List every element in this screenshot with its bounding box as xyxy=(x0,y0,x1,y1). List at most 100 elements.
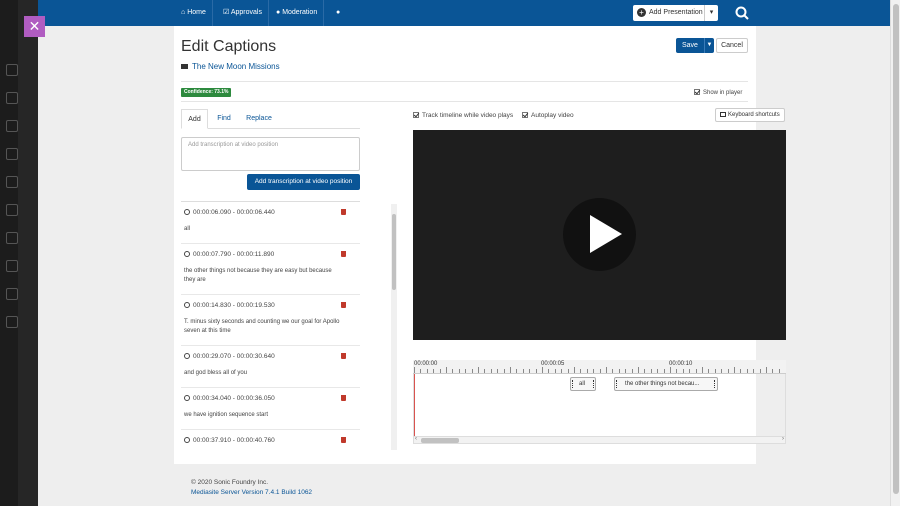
trash-icon[interactable] xyxy=(341,251,346,257)
timeline-tick xyxy=(702,367,703,373)
trash-icon[interactable] xyxy=(341,437,346,443)
timeline-tick xyxy=(465,369,467,373)
checkbox-icon xyxy=(694,89,700,95)
list-item[interactable]: 00:00:29.070 - 00:00:30.640 and god bles… xyxy=(181,346,360,388)
timeline-tick xyxy=(574,367,575,373)
background-icon xyxy=(6,204,18,216)
chevron-right-icon[interactable]: › xyxy=(782,436,784,442)
tab-find[interactable]: Find xyxy=(212,109,236,129)
search-icon[interactable] xyxy=(734,5,750,21)
add-transcription-button[interactable]: Add transcription at video position xyxy=(247,174,360,190)
timeline-tick xyxy=(625,369,627,373)
page-scrollbar[interactable] xyxy=(890,0,900,506)
timeline-scrollbar[interactable]: ‹ › xyxy=(413,436,786,444)
clock-icon xyxy=(184,353,190,359)
timeline-tick xyxy=(740,369,742,373)
timeline-tick xyxy=(606,367,607,373)
add-presentation-button[interactable]: + Add Presentation ▾ xyxy=(633,5,718,21)
timeline-tick xyxy=(663,369,665,373)
trash-icon[interactable] xyxy=(341,302,346,308)
timeline-tick xyxy=(586,369,588,373)
background-icon xyxy=(6,260,18,272)
video-camera-icon xyxy=(181,64,188,70)
timeline-tick xyxy=(535,369,537,373)
chevron-down-icon[interactable]: ▾ xyxy=(704,5,718,21)
page-title: Edit Captions xyxy=(181,38,277,55)
caption-time: 00:00:37.910 - 00:00:40.760 xyxy=(193,437,275,444)
timeline-tick xyxy=(753,369,755,373)
trash-icon[interactable] xyxy=(341,395,346,401)
timeline-tick xyxy=(516,369,518,373)
version-link[interactable]: Mediasite Server Version 7.4.1 Build 106… xyxy=(191,488,312,498)
timeline-segment[interactable]: all xyxy=(570,377,596,391)
timeline-tick xyxy=(759,369,761,373)
close-icon[interactable]: ✕ xyxy=(24,16,45,37)
timeline-tick-label: 00:00:00 xyxy=(414,361,438,367)
tab-add[interactable]: Add xyxy=(181,109,208,129)
scrollbar-thumb[interactable] xyxy=(893,4,899,494)
divider xyxy=(181,81,748,82)
caption-text[interactable]: the other things not because they are ea… xyxy=(184,267,357,285)
presentation-link[interactable]: The New Moon Missions xyxy=(181,62,280,71)
transcription-input[interactable]: Add transcription at video position xyxy=(181,137,360,171)
timeline-tick xyxy=(682,369,684,373)
checkbox-icon xyxy=(522,112,528,118)
timeline-tick-label: 00:00:10 xyxy=(669,361,693,367)
tab-replace[interactable]: Replace xyxy=(242,109,276,129)
keyboard-shortcuts-button[interactable]: Keyboard shortcuts xyxy=(715,108,785,122)
caption-text[interactable]: and god bless all of you xyxy=(184,369,357,378)
background-panel xyxy=(18,0,38,506)
user-icon[interactable]: ● xyxy=(330,0,346,26)
cancel-button[interactable]: Cancel xyxy=(716,38,748,53)
timeline-track[interactable]: all the other things not becau... xyxy=(413,374,786,436)
timeline-tick xyxy=(458,369,460,373)
chevron-left-icon[interactable]: ‹ xyxy=(415,436,417,442)
autoplay-checkbox[interactable]: Autoplay video xyxy=(522,112,574,119)
background-icon xyxy=(6,120,18,132)
caption-text[interactable]: we have ignition sequence start xyxy=(184,411,357,420)
show-in-player-checkbox[interactable]: Show in player xyxy=(694,89,742,96)
caption-list-scrollbar[interactable] xyxy=(391,204,397,450)
track-timeline-checkbox[interactable]: Track timeline while video plays xyxy=(413,112,513,119)
list-item[interactable]: 00:00:07.790 - 00:00:11.890 the other th… xyxy=(181,244,360,295)
nav-home[interactable]: ⌂ Home xyxy=(175,0,213,26)
chevron-down-icon[interactable]: ▼ xyxy=(704,38,714,53)
caption-list: 00:00:06.090 - 00:00:06.440 all 00:00:07… xyxy=(181,201,360,451)
drag-handle[interactable] xyxy=(572,380,574,388)
caption-timeline[interactable]: 00:00:00 00:00:05 00:00:10 all the other… xyxy=(413,360,786,470)
caption-time: 00:00:06.090 - 00:00:06.440 xyxy=(193,209,275,216)
timeline-tick xyxy=(695,369,697,373)
drag-handle[interactable] xyxy=(714,380,716,388)
trash-icon[interactable] xyxy=(341,209,346,215)
caption-text[interactable]: T. minus sixty seconds and counting we o… xyxy=(184,318,357,336)
nav-moderation[interactable]: ● Moderation xyxy=(270,0,325,26)
timeline-tick xyxy=(580,369,582,373)
clock-icon xyxy=(184,437,190,443)
timeline-tick xyxy=(471,369,473,373)
nav-approvals[interactable]: ☑ Approvals xyxy=(217,0,269,26)
timeline-tick xyxy=(689,369,691,373)
list-item[interactable]: 00:00:06.090 - 00:00:06.440 all xyxy=(181,202,360,244)
trash-icon[interactable] xyxy=(341,353,346,359)
timeline-tick xyxy=(452,369,454,373)
timeline-tick xyxy=(650,369,652,373)
caption-text[interactable]: all xyxy=(184,225,357,234)
clock-icon xyxy=(184,395,190,401)
play-button[interactable] xyxy=(563,198,636,271)
keyboard-shortcuts-label: Keyboard shortcuts xyxy=(728,112,780,118)
drag-handle[interactable] xyxy=(593,380,595,388)
playhead[interactable] xyxy=(414,374,415,436)
scrollbar-thumb[interactable] xyxy=(392,214,396,290)
timeline-tick xyxy=(631,369,633,373)
drag-handle[interactable] xyxy=(616,380,618,388)
list-item[interactable]: 00:00:14.830 - 00:00:19.530 T. minus six… xyxy=(181,295,360,346)
timeline-tick xyxy=(727,369,729,373)
timeline-tick xyxy=(439,369,441,373)
background-icon xyxy=(6,176,18,188)
timeline-segment[interactable]: the other things not becau... xyxy=(614,377,718,391)
list-item[interactable]: 00:00:37.910 - 00:00:40.760 xyxy=(181,430,360,451)
scrollbar-thumb[interactable] xyxy=(421,438,459,443)
save-button[interactable]: Save ▼ xyxy=(676,38,714,53)
list-item[interactable]: 00:00:34.040 - 00:00:36.050 we have igni… xyxy=(181,388,360,430)
video-player[interactable] xyxy=(413,130,786,340)
